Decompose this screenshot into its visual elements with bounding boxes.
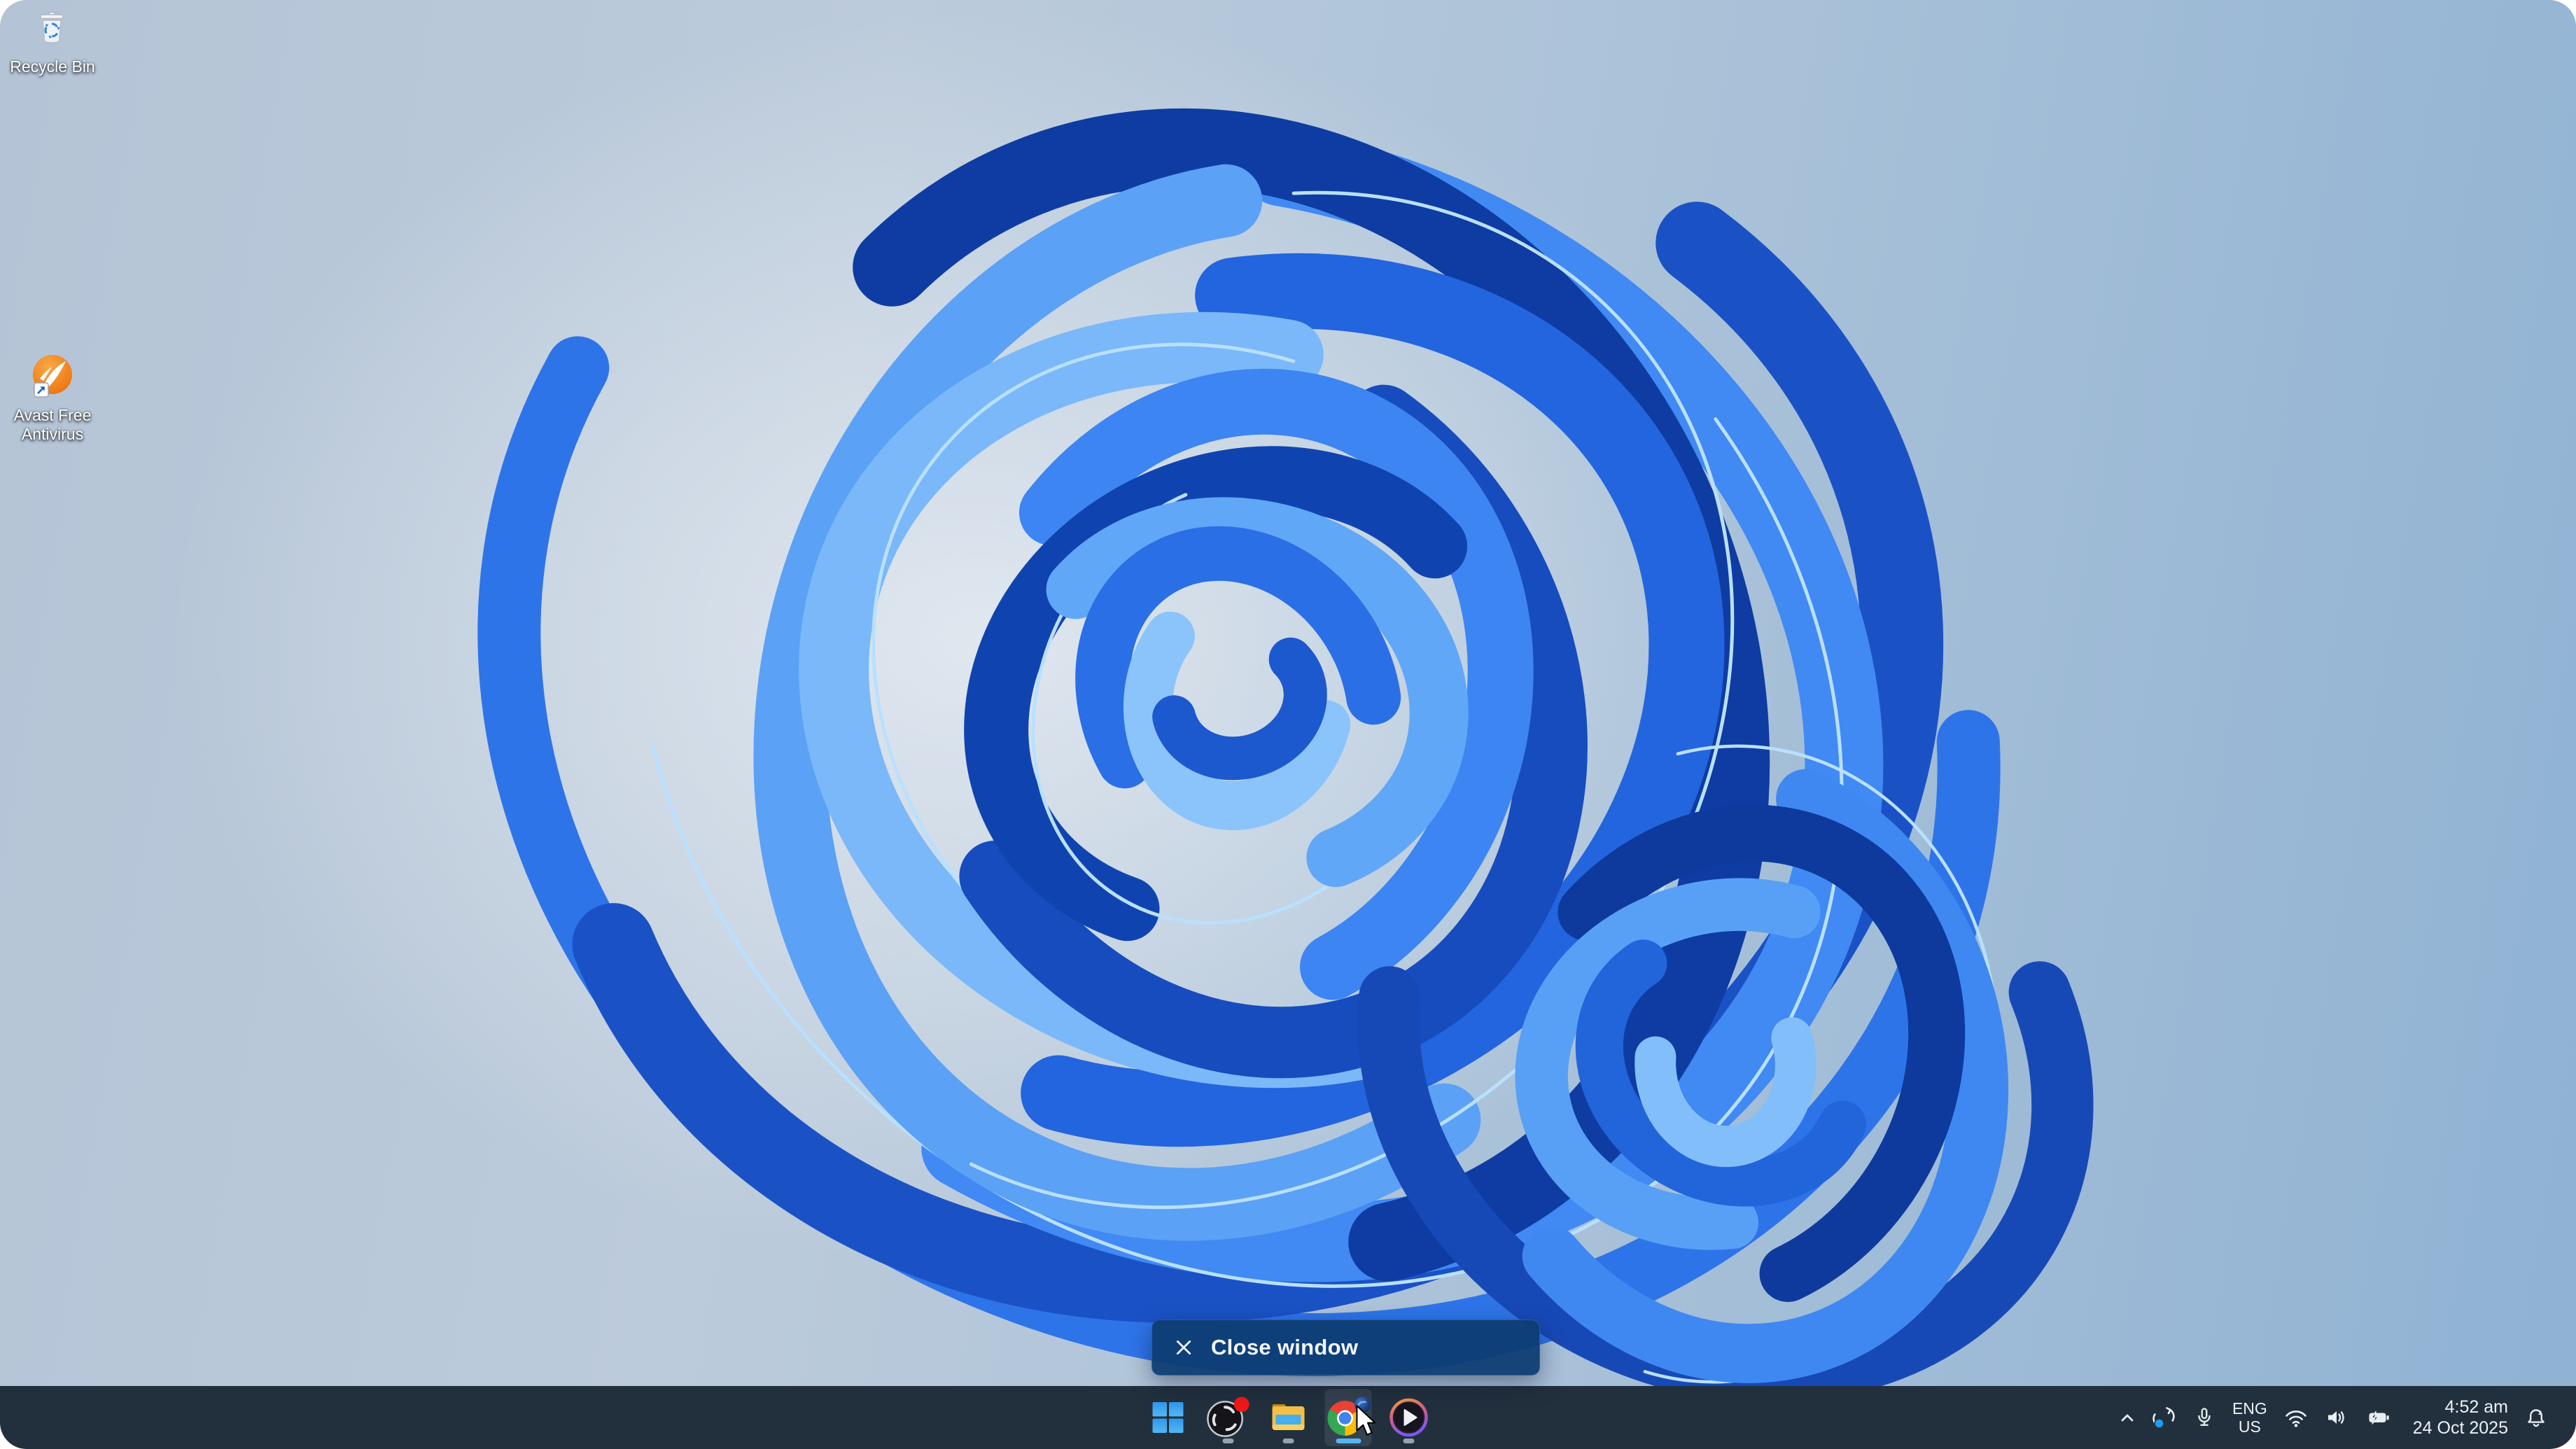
system-tray: ENG US 4:52 am 24 Oct 2025 z	[2120, 1386, 2576, 1449]
media-player-icon	[1389, 1398, 1428, 1437]
running-indicator	[1403, 1438, 1414, 1443]
recycle-bin-label: Recycle Bin	[10, 57, 95, 76]
avast-icon	[33, 355, 72, 398]
windows-start-icon	[1152, 1402, 1183, 1433]
clock-date: 24 Oct 2025	[2412, 1418, 2508, 1438]
running-indicator	[1222, 1438, 1233, 1443]
battery-charging-icon	[2369, 1410, 2389, 1424]
tray-notification-bell[interactable]: z	[2524, 1406, 2548, 1429]
taskbar-center-icons	[1144, 1386, 1432, 1449]
taskbar-button-obs-studio[interactable]	[1205, 1389, 1252, 1446]
tray-clock[interactable]: 4:52 am 24 Oct 2025	[2413, 1396, 2508, 1438]
speaker-icon	[2328, 1411, 2344, 1424]
tray-volume[interactable]	[2325, 1406, 2350, 1429]
svg-text:z: z	[2538, 1409, 2542, 1417]
taskbar-button-file-explorer[interactable]	[1265, 1389, 1312, 1446]
sync-icon	[2152, 1407, 2175, 1429]
wifi-icon	[2285, 1410, 2306, 1427]
shortcut-arrow-icon	[34, 382, 49, 398]
desktop-screen: Recycle Bin Avast Free Antivirus Close w…	[0, 0, 2576, 1449]
file-explorer-icon	[1272, 1404, 1304, 1430]
sync-blue-dot	[2154, 1418, 2164, 1429]
tray-battery[interactable]	[2366, 1406, 2393, 1429]
microphone-icon	[2198, 1408, 2211, 1427]
taskbar: ENG US 4:52 am 24 Oct 2025 z	[0, 1386, 2576, 1449]
start-button[interactable]	[1144, 1389, 1191, 1446]
bloom-wallpaper	[477, 84, 2094, 1403]
tray-microphone[interactable]	[2192, 1406, 2216, 1429]
tray-wifi[interactable]	[2283, 1406, 2309, 1429]
close-icon	[1176, 1340, 1191, 1355]
desktop-icon-recycle-bin[interactable]: Recycle Bin	[0, 8, 105, 76]
cursor-arrow	[1356, 1405, 1376, 1436]
tray-sync-status[interactable]	[2151, 1405, 2176, 1430]
language-line2: US	[2238, 1418, 2261, 1436]
language-line1: ENG	[2232, 1399, 2267, 1418]
running-indicator	[1282, 1438, 1294, 1443]
desktop-icon-avast[interactable]: Avast Free Antivirus	[0, 353, 105, 444]
clock-time: 4:52 am	[2444, 1397, 2508, 1417]
chevron-up-icon	[2121, 1414, 2134, 1422]
taskbar-button-media-player[interactable]	[1385, 1389, 1432, 1446]
recycle-bin-icon	[40, 11, 64, 43]
tray-overflow-chevron[interactable]	[2120, 1412, 2135, 1423]
jumplist-close-window[interactable]: Close window	[1152, 1320, 1540, 1376]
tray-language-indicator[interactable]: ENG US	[2232, 1399, 2267, 1436]
bell-dnd-icon: z	[2528, 1409, 2544, 1427]
active-window-indicator	[1336, 1438, 1361, 1443]
recording-badge	[1233, 1396, 1250, 1413]
avast-label: Avast Free Antivirus	[13, 406, 92, 443]
obs-studio-icon	[1207, 1396, 1250, 1437]
close-window-label: Close window	[1211, 1335, 1359, 1359]
